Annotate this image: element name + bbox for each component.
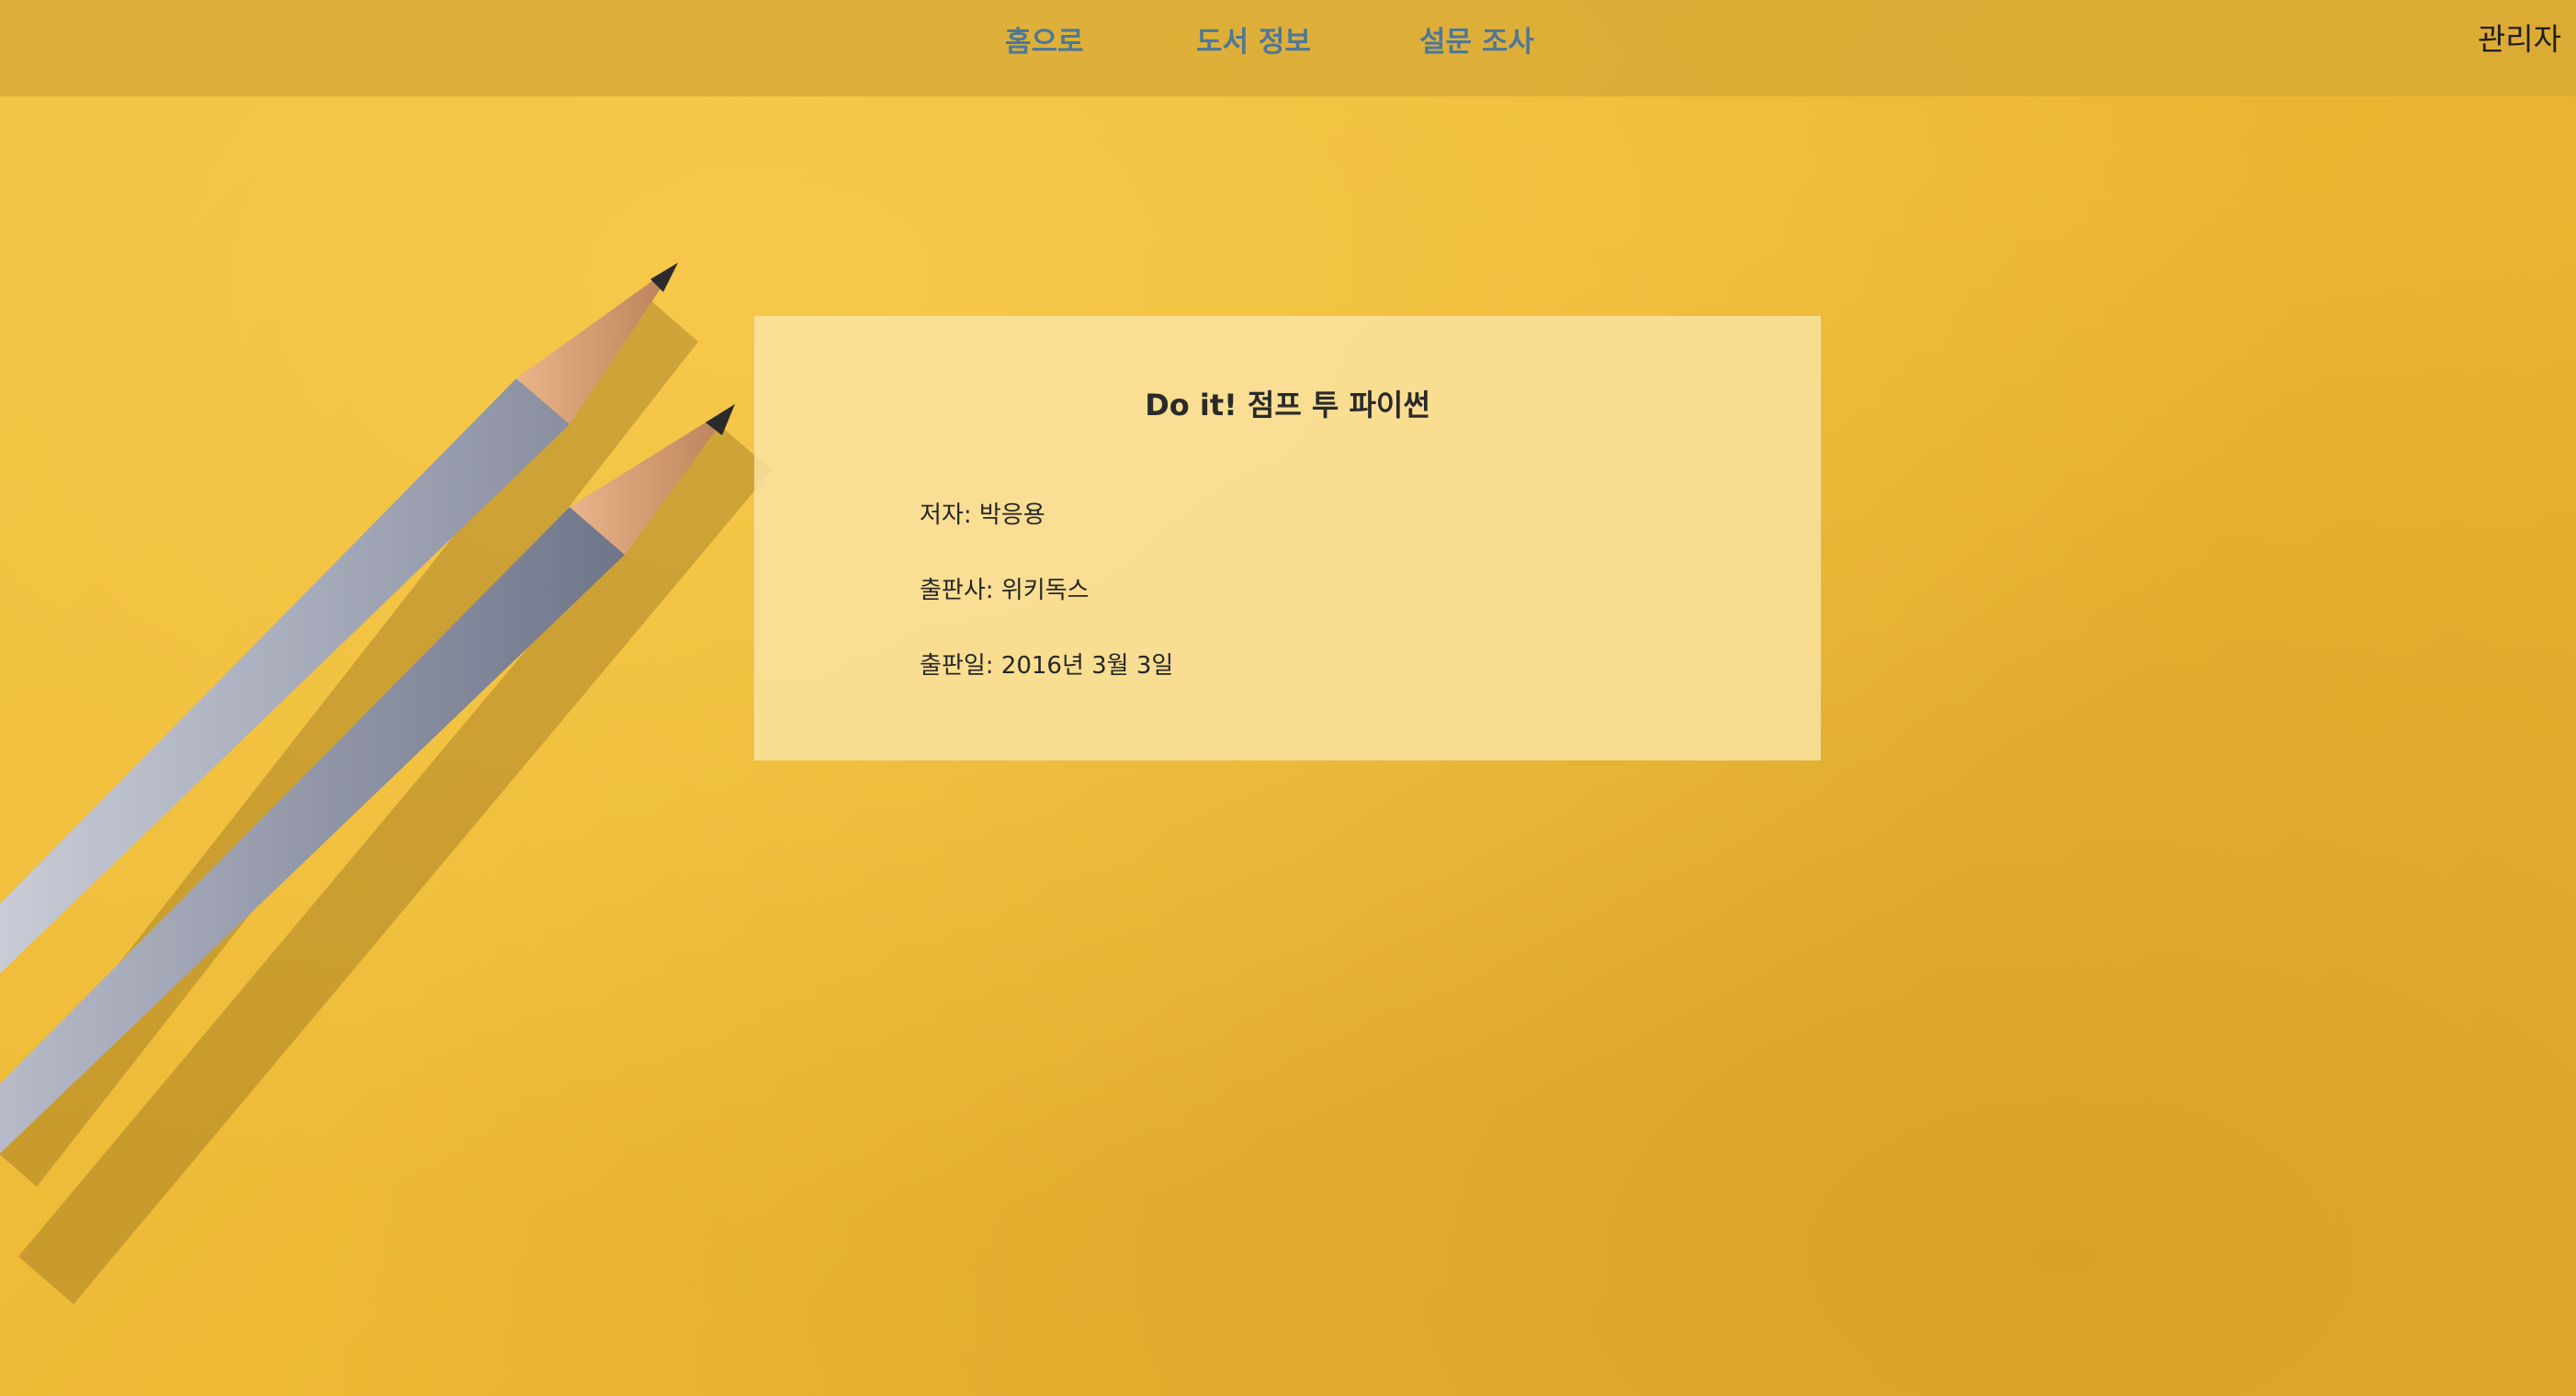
book-title: Do it! 점프 투 파이썬: [1145, 388, 1430, 422]
nav-home-link[interactable]: 홈으로: [1005, 0, 1084, 77]
book-publish-date: 출판일: 2016년 3월 3일: [920, 652, 1174, 680]
top-navigation-bar: 홈으로 도서 정보 설문 조사 관리자: [0, 0, 2576, 96]
book-info-card: Do it! 점프 투 파이썬 저자: 박응용 출판사: 위키독스 출판일: 2…: [754, 316, 1821, 760]
nav-book-info-link[interactable]: 도서 정보: [1196, 0, 1311, 77]
admin-link[interactable]: 관리자: [2478, 0, 2561, 73]
nav-survey-link[interactable]: 설문 조사: [1419, 0, 1534, 77]
book-author: 저자: 박응용: [920, 501, 1045, 529]
book-publisher: 출판사: 위키독스: [920, 577, 1090, 604]
